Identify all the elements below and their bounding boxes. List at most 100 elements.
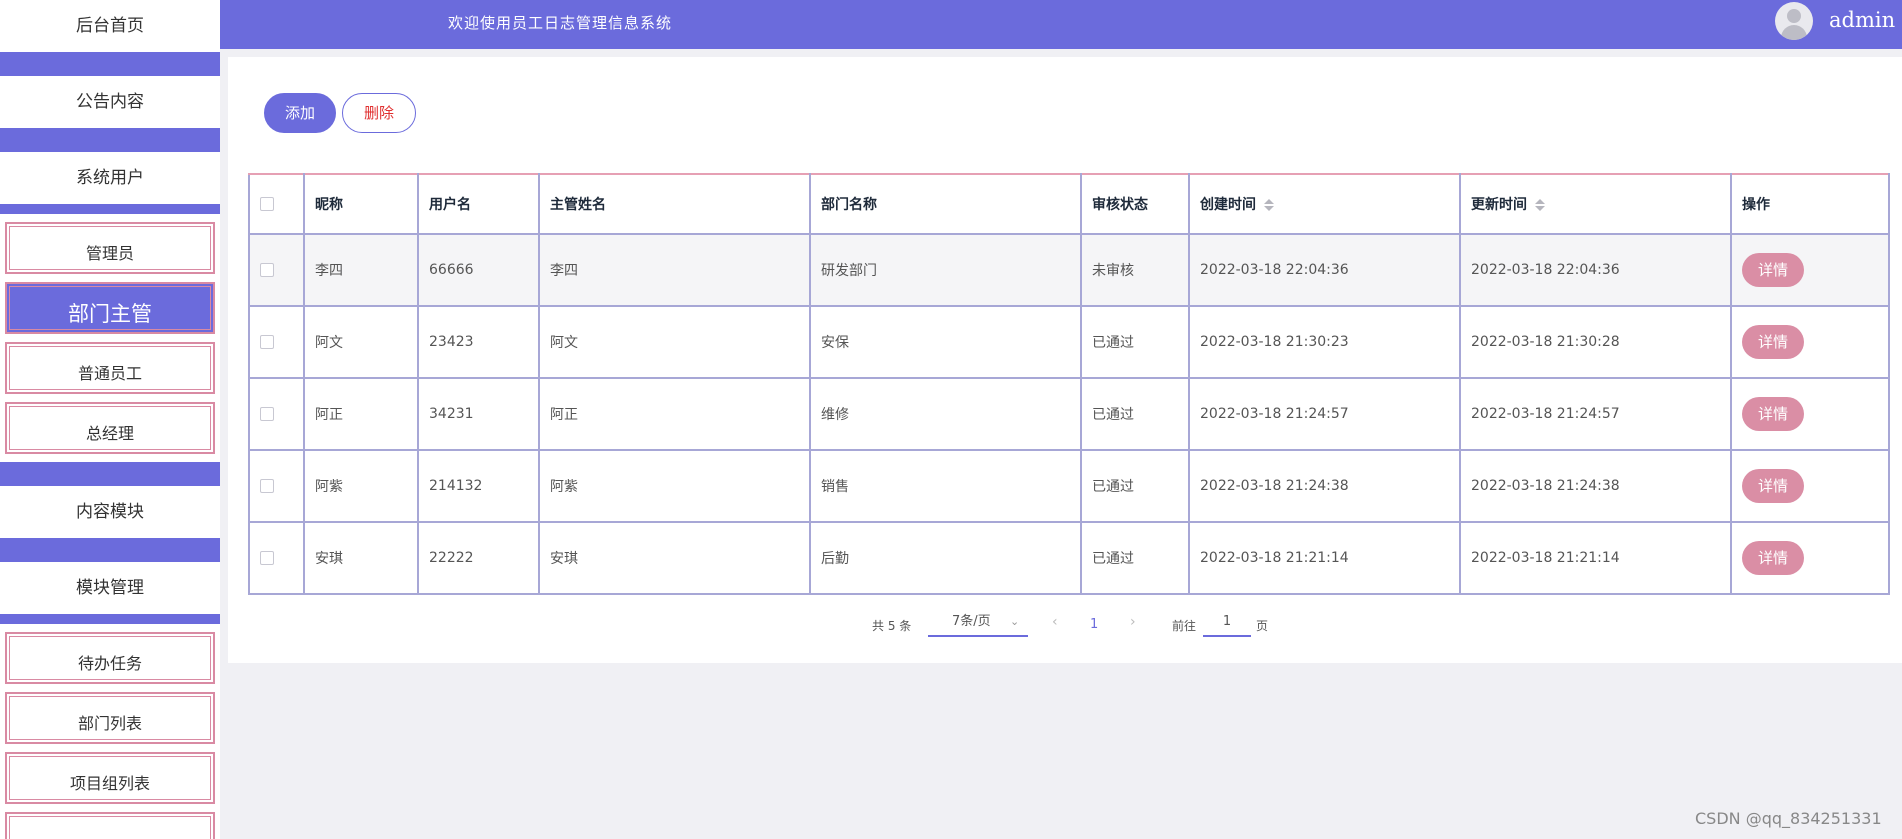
cell-nickname: 阿正 — [303, 377, 419, 451]
avatar-body-icon — [1781, 25, 1807, 40]
sidebar-item-admin[interactable]: 管理员 — [5, 222, 215, 274]
sidebar: 后台首页 公告内容 系统用户 管理员 部门主管 普通员工 总经理 内容模块 模块… — [0, 0, 220, 839]
submenu-users: 管理员 部门主管 普通员工 总经理 — [0, 214, 220, 454]
next-page-icon[interactable]: › — [1130, 614, 1136, 630]
row-select-cell — [248, 377, 305, 451]
page-size-select[interactable]: 7条/页 ⌄ — [928, 611, 1028, 637]
sidebar-item-todo[interactable]: 待办任务 — [5, 632, 215, 684]
goto-page-input[interactable]: 1 — [1203, 611, 1251, 637]
cell-username: 214132 — [417, 449, 540, 523]
cell-created: 2022-03-18 21:24:57 — [1188, 377, 1461, 451]
row-checkbox[interactable] — [260, 479, 274, 493]
row-checkbox[interactable] — [260, 263, 274, 277]
column-header: 部门名称 — [809, 173, 1082, 235]
username[interactable]: admin — [1829, 8, 1895, 32]
menu-module-manage[interactable]: 模块管理 — [0, 562, 220, 614]
sort-icon[interactable] — [1535, 199, 1545, 211]
welcome-text: 欢迎使用员工日志管理信息系统 — [448, 14, 673, 32]
menu-content-module[interactable]: 内容模块 — [0, 486, 220, 538]
cell-username: 23423 — [417, 305, 540, 379]
cell-username: 66666 — [417, 233, 540, 307]
table-row: 李四 66666 李四 研发部门 未审核 2022-03-18 22:04:36… — [248, 233, 1890, 307]
detail-button[interactable]: 详情 — [1742, 541, 1804, 575]
sidebar-item-general-manager[interactable]: 总经理 — [5, 402, 215, 454]
column-header-label: 创建时间 — [1200, 197, 1256, 213]
column-header: 审核状态 — [1080, 173, 1190, 235]
sort-icon[interactable] — [1264, 199, 1274, 211]
select-all-cell — [248, 173, 305, 235]
cell-dept: 维修 — [809, 377, 1082, 451]
cell-updated: 2022-03-18 21:30:28 — [1459, 305, 1732, 379]
detail-button[interactable]: 详情 — [1742, 325, 1804, 359]
table-row: 安琪 22222 安琪 后勤 已通过 2022-03-18 21:21:14 2… — [248, 521, 1890, 595]
add-button[interactable]: 添加 — [264, 93, 336, 133]
cell-action: 详情 — [1730, 233, 1890, 307]
sidebar-item-dept-manager[interactable]: 部门主管 — [5, 282, 215, 334]
cell-manager: 阿文 — [538, 305, 811, 379]
pagination-total: 共 5 条 — [872, 619, 912, 633]
cell-action: 详情 — [1730, 377, 1890, 451]
cell-nickname: 阿文 — [303, 305, 419, 379]
cell-nickname: 安琪 — [303, 521, 419, 595]
submenu-modules: 待办任务 部门列表 项目组列表 — [0, 624, 220, 839]
delete-button[interactable]: 删除 — [342, 93, 416, 133]
cell-updated: 2022-03-18 21:24:57 — [1459, 377, 1732, 451]
sidebar-item-employee[interactable]: 普通员工 — [5, 342, 215, 394]
table-row: 阿紫 214132 阿紫 销售 已通过 2022-03-18 21:24:38 … — [248, 449, 1890, 523]
top-bar: 欢迎使用员工日志管理信息系统 admin — [220, 0, 1902, 49]
cell-manager: 阿紫 — [538, 449, 811, 523]
detail-button[interactable]: 详情 — [1742, 253, 1804, 287]
cell-updated: 2022-03-18 22:04:36 — [1459, 233, 1732, 307]
row-select-cell — [248, 233, 305, 307]
cell-status: 已通过 — [1080, 377, 1190, 451]
page-number-current[interactable]: 1 — [1090, 617, 1098, 632]
sidebar-item-more[interactable] — [5, 812, 215, 839]
cell-action: 详情 — [1730, 449, 1890, 523]
column-header-created[interactable]: 创建时间 — [1188, 173, 1461, 235]
cell-status: 已通过 — [1080, 449, 1190, 523]
avatar[interactable] — [1775, 2, 1813, 40]
cell-created: 2022-03-18 22:04:36 — [1188, 233, 1461, 307]
cell-updated: 2022-03-18 21:24:38 — [1459, 449, 1732, 523]
column-header: 主管姓名 — [538, 173, 811, 235]
menu-divider — [0, 204, 220, 214]
cell-action: 详情 — [1730, 305, 1890, 379]
select-all-checkbox[interactable] — [260, 197, 274, 211]
cell-username: 34231 — [417, 377, 540, 451]
row-checkbox[interactable] — [260, 407, 274, 421]
row-select-cell — [248, 521, 305, 595]
sidebar-item-project-groups[interactable]: 项目组列表 — [5, 752, 215, 804]
goto-label: 前往 — [1172, 619, 1197, 633]
cell-updated: 2022-03-18 21:21:14 — [1459, 521, 1732, 595]
avatar-head-icon — [1787, 9, 1801, 23]
column-header: 昵称 — [303, 173, 419, 235]
column-header: 操作 — [1730, 173, 1890, 235]
cell-action: 详情 — [1730, 521, 1890, 595]
row-checkbox[interactable] — [260, 335, 274, 349]
row-checkbox[interactable] — [260, 551, 274, 565]
detail-button[interactable]: 详情 — [1742, 469, 1804, 503]
main-content: 添加 删除 昵称 用户名 主管姓名 部门名称 审核状态 创建时间 更新时间 操作… — [228, 57, 1902, 663]
cell-status: 已通过 — [1080, 521, 1190, 595]
table-row: 阿文 23423 阿文 安保 已通过 2022-03-18 21:30:23 2… — [248, 305, 1890, 379]
table-row: 阿正 34231 阿正 维修 已通过 2022-03-18 21:24:57 2… — [248, 377, 1890, 451]
row-select-cell — [248, 449, 305, 523]
detail-button[interactable]: 详情 — [1742, 397, 1804, 431]
menu-home[interactable]: 后台首页 — [0, 0, 220, 52]
cell-dept: 研发部门 — [809, 233, 1082, 307]
menu-announcement[interactable]: 公告内容 — [0, 76, 220, 128]
pagination: 共 5 条 7条/页 ⌄ ‹ 1 › 前往 1 页 — [228, 609, 1902, 639]
page-word-label: 页 — [1256, 619, 1269, 633]
watermark: CSDN @qq_834251331 — [1695, 809, 1882, 828]
column-header-updated[interactable]: 更新时间 — [1459, 173, 1732, 235]
cell-status: 未审核 — [1080, 233, 1190, 307]
menu-divider — [0, 462, 220, 486]
cell-username: 22222 — [417, 521, 540, 595]
table-header-row: 昵称 用户名 主管姓名 部门名称 审核状态 创建时间 更新时间 操作 — [248, 173, 1890, 235]
chevron-down-icon: ⌄ — [1010, 615, 1020, 628]
menu-system-users[interactable]: 系统用户 — [0, 152, 220, 204]
sidebar-item-dept-list[interactable]: 部门列表 — [5, 692, 215, 744]
cell-nickname: 李四 — [303, 233, 419, 307]
cell-manager: 安琪 — [538, 521, 811, 595]
prev-page-icon[interactable]: ‹ — [1052, 614, 1058, 630]
